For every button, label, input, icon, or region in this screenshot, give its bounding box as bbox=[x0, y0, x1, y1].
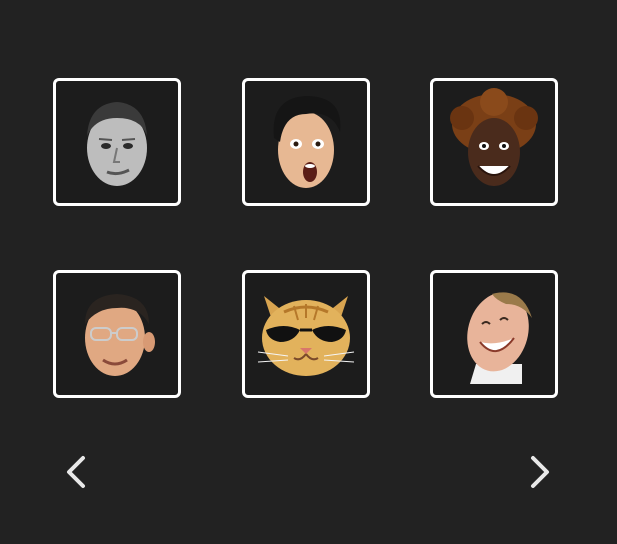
emote-tile-4[interactable] bbox=[53, 270, 181, 398]
kappa-face-icon bbox=[87, 102, 147, 186]
chevron-left-icon bbox=[67, 456, 85, 488]
next-page-button[interactable] bbox=[520, 452, 560, 492]
emote-tile-3[interactable] bbox=[430, 78, 558, 206]
emote-tile-1[interactable] bbox=[53, 78, 181, 206]
emote-tile-5[interactable] bbox=[242, 270, 370, 398]
trihard-face-icon bbox=[450, 88, 538, 186]
laughing-man-face-icon bbox=[467, 292, 532, 384]
previous-page-button[interactable] bbox=[56, 452, 96, 492]
chevron-right-icon bbox=[531, 456, 549, 488]
sunglasses-cat-face-icon bbox=[257, 296, 355, 376]
pogchamp-face-icon bbox=[273, 96, 341, 188]
emote-picker bbox=[0, 0, 617, 544]
emote-tile-2[interactable] bbox=[242, 78, 370, 206]
glasses-man-face-icon bbox=[85, 294, 155, 376]
emote-tile-6[interactable] bbox=[430, 270, 558, 398]
